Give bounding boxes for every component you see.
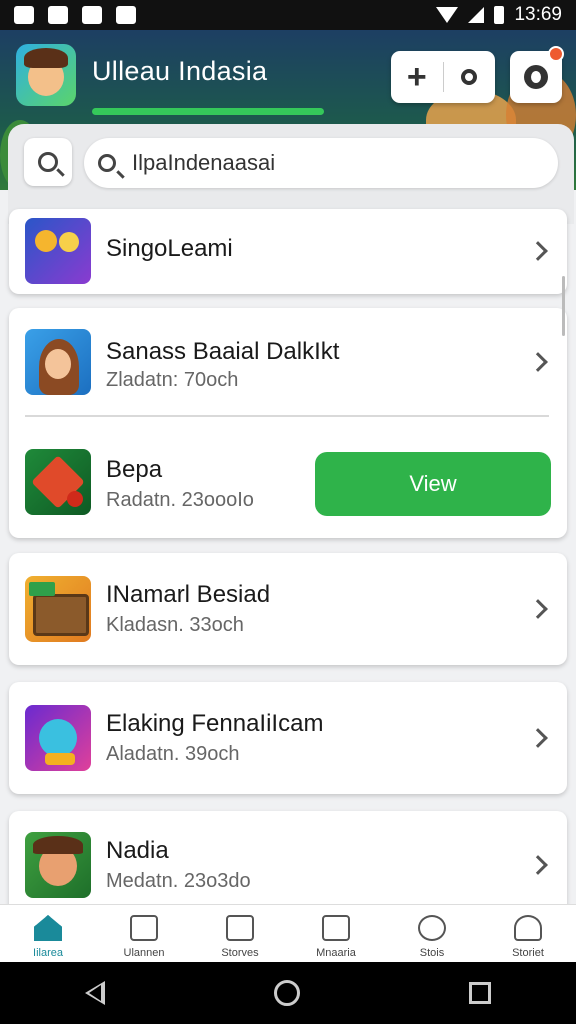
search-field[interactable]	[84, 138, 558, 188]
girl-avatar-icon	[25, 329, 91, 395]
item-name: Nadia	[106, 837, 169, 864]
search-button[interactable]	[24, 138, 72, 186]
list-item[interactable]: SingoLeami	[9, 201, 567, 301]
divider	[25, 415, 549, 417]
wifi-icon	[436, 7, 459, 23]
tab-label: Iilarea	[33, 947, 63, 959]
profile-icon	[524, 65, 548, 89]
app-title: Ulleau Indasia	[92, 56, 268, 86]
tab-label: Ulannen	[123, 947, 165, 959]
user-icon	[514, 915, 542, 941]
item-name: Bepa	[106, 456, 163, 483]
book-icon	[226, 915, 254, 941]
app-logo	[16, 44, 76, 106]
list-item[interactable]: INamarl Besiad Kladasn. 33och	[9, 559, 567, 659]
search-input[interactable]	[132, 150, 532, 176]
recents-icon[interactable]	[469, 982, 492, 1004]
list-item[interactable]: Sanass Baaial DalkIkt Zladatn: 70och	[9, 312, 567, 412]
search-icon	[38, 152, 58, 172]
tab-home[interactable]: Iilarea	[0, 905, 96, 962]
list-item[interactable]: Nadia Medatn. 23o3do	[9, 815, 567, 915]
treasure-chest-icon	[25, 576, 91, 642]
tab-profile[interactable]: Storiet	[480, 905, 576, 962]
item-name: Sanass Baaial DalkIkt	[106, 338, 340, 365]
list-item[interactable]: Bepa Radatn. 23oooIo View	[9, 432, 567, 532]
item-subtitle: Zladatn: 70och	[106, 369, 239, 391]
cartoon-sun-icon	[25, 218, 91, 284]
gallery-notification-icon	[48, 6, 68, 24]
chevron-right-icon[interactable]	[528, 352, 548, 372]
app-screen: Ulleau Indasia + SingoLeami	[0, 30, 576, 962]
battery-icon	[494, 6, 505, 24]
monster-game-icon	[25, 705, 91, 771]
compass-game-icon	[25, 449, 91, 515]
home-circle-icon[interactable]	[273, 980, 300, 1006]
tab-label: Storves	[221, 947, 259, 959]
list-card[interactable]: SingoLeami	[9, 209, 567, 294]
search-icon	[98, 154, 116, 172]
scrollbar[interactable]	[562, 276, 565, 336]
item-subtitle: Kladasn. 33och	[106, 614, 244, 636]
app-notification-icon	[82, 6, 102, 24]
chevron-right-icon[interactable]	[528, 241, 548, 261]
status-time: 13:69	[514, 4, 562, 25]
title-underline	[92, 108, 324, 115]
add-icon[interactable]: +	[391, 51, 443, 103]
tab-media[interactable]: Mnaaria	[288, 905, 384, 962]
tab-label: Mnaaria	[316, 947, 356, 959]
chevron-right-icon[interactable]	[528, 728, 548, 748]
chevron-right-icon[interactable]	[528, 855, 548, 875]
signal-icon	[468, 7, 485, 23]
home-icon	[34, 915, 62, 941]
notification-badge	[548, 46, 564, 62]
item-name: Elaking FennaIiIcam	[106, 710, 324, 737]
item-subtitle: Radatn. 23oooIo	[106, 489, 254, 511]
tab-document[interactable]: Ulannen	[96, 905, 192, 962]
tab-stats[interactable]: Stois	[384, 905, 480, 962]
logo-hair	[24, 48, 68, 68]
document-icon	[130, 915, 158, 941]
item-name: INamarl Besiad	[106, 581, 271, 608]
back-icon[interactable]	[84, 981, 105, 1005]
circle-icon	[461, 69, 478, 85]
list-card: Sanass Baaial DalkIkt Zladatn: 70och Bep…	[9, 308, 567, 538]
tab-stories[interactable]: Storves	[192, 905, 288, 962]
chevron-right-icon[interactable]	[528, 599, 548, 619]
chat-icon	[418, 915, 446, 941]
tab-label: Stois	[419, 947, 445, 959]
tab-label: Storiet	[512, 947, 544, 959]
item-subtitle: Aladatn. 39och	[106, 743, 240, 765]
view-button[interactable]: View	[315, 452, 551, 516]
list-card[interactable]: Elaking FennaIiIcam Aladatn. 39och	[9, 682, 567, 794]
bottom-tab-bar: Iilarea Ulannen Storves Mnaaria Stois St…	[0, 904, 576, 962]
header-action-group: +	[391, 51, 495, 103]
list-card[interactable]: INamarl Besiad Kladasn. 33och	[9, 553, 567, 665]
system-nav-bar	[0, 962, 576, 1024]
boy-avatar-icon	[25, 832, 91, 898]
circle-button[interactable]	[443, 69, 495, 85]
status-bar: 13:69	[0, 0, 576, 30]
shield-notification-icon	[116, 6, 136, 24]
photo-notification-icon	[14, 6, 34, 24]
list-item[interactable]: Elaking FennaIiIcam Aladatn. 39och	[9, 688, 567, 788]
shop-icon	[322, 915, 350, 941]
item-subtitle: Medatn. 23o3do	[106, 870, 251, 892]
item-name: SingoLeami	[106, 235, 233, 262]
